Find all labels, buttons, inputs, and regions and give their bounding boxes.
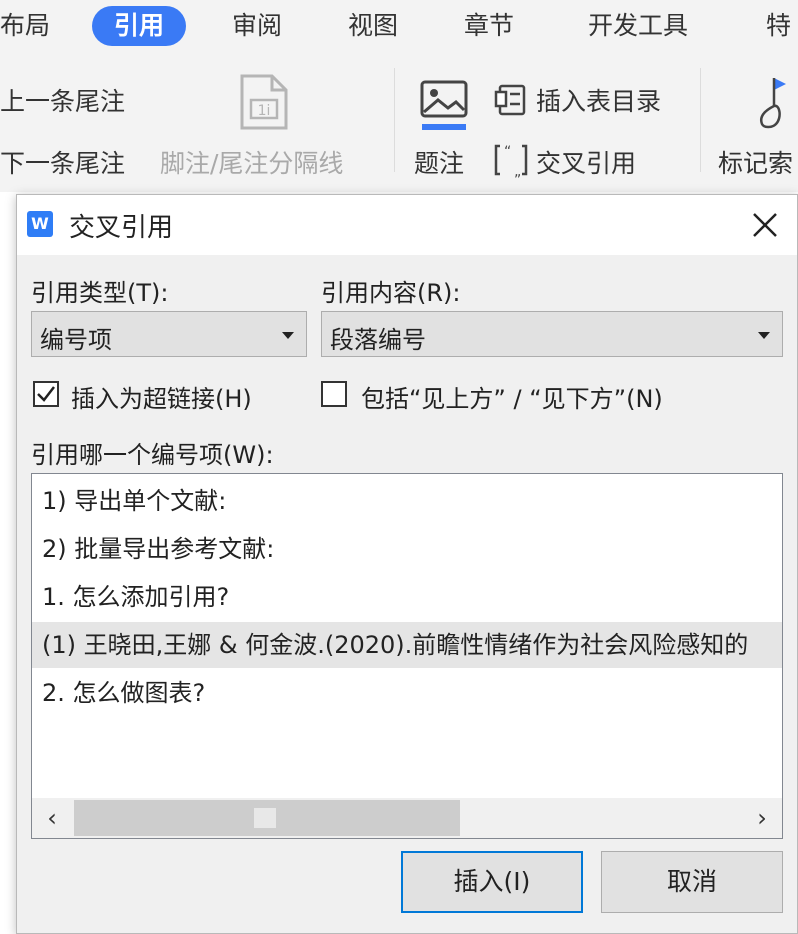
tab-special[interactable]: 特 [766,6,791,46]
next-endnote-button[interactable]: 下一条尾注 [0,144,125,180]
insert-hyperlink-checkbox[interactable] [33,381,59,407]
footnote-separator-button[interactable]: 脚注/尾注分隔线 [160,144,343,180]
svg-text:“: “ [504,144,511,160]
ribbon-divider [394,68,395,172]
scrollbar-thumb[interactable] [74,800,460,836]
caption-button[interactable]: 题注 [414,144,464,180]
insert-button[interactable]: 插入(I) [401,851,583,913]
include-above-below-checkbox[interactable] [321,381,347,407]
list-item[interactable]: 1) 导出单个文献: [32,478,782,524]
which-item-label: 引用哪一个编号项(W): [31,441,274,469]
dialog-title: 交叉引用 [69,213,174,243]
tab-review[interactable]: 审阅 [232,6,282,46]
close-icon[interactable] [743,203,787,247]
list-item[interactable]: 1. 怎么添加引用? [32,574,782,620]
scroll-right-icon[interactable]: › [742,798,782,838]
checkmark-icon [37,386,55,402]
ribbon-panel: 上一条尾注 下一条尾注 1i 脚注/尾注分隔线 题注 插入表目录 “ „ 交叉引… [0,56,798,192]
horizontal-scrollbar[interactable]: ‹ › [32,798,782,838]
tab-view[interactable]: 视图 [348,6,398,46]
reference-type-label: 引用类型(T): [31,279,169,307]
include-above-below-label[interactable]: 包括“见上方” / “见下方”(N) [361,379,663,414]
caption-icon [420,80,468,130]
chevron-down-icon [758,332,770,339]
ribbon-tab-bar: 布局 引用 审阅 视图 章节 开发工具 特 [0,0,798,56]
wps-writer-icon: W [27,211,53,237]
tab-layout[interactable]: 布局 [0,6,50,46]
list-item[interactable]: 2. 怎么做图表? [32,670,782,716]
mark-entry-icon [759,78,786,129]
reference-type-value: 编号项 [40,326,112,354]
tab-sections[interactable]: 章节 [464,6,514,46]
dialog-titlebar[interactable]: W 交叉引用 [17,195,797,255]
insert-table-of-figures-button[interactable]: 插入表目录 [536,82,661,118]
list-item[interactable]: 2) 批量导出参考文献: [32,526,782,572]
reference-type-select[interactable]: 编号项 [31,311,307,357]
insert-hyperlink-label[interactable]: 插入为超链接(H) [71,379,252,414]
cancel-button[interactable]: 取消 [601,851,783,913]
cross-reference-icon: “ „ [494,144,528,178]
reference-content-label: 引用内容(R): [321,279,461,307]
list-item-selected[interactable]: (1) 王晓田,王娜 & 何金波.(2020).前瞻性情绪作为社会风险感知的 [32,622,782,668]
footnote-separator-icon: 1i [240,74,288,130]
tab-developer-tools[interactable]: 开发工具 [588,6,688,46]
scrollbar-grip [254,808,276,828]
mark-entry-button[interactable]: 标记索 [718,144,793,180]
cross-reference-button[interactable]: 交叉引用 [536,144,636,180]
svg-text:„: „ [514,164,521,178]
tab-references[interactable]: 引用 [92,6,187,46]
prev-endnote-button[interactable]: 上一条尾注 [0,82,125,118]
reference-content-value: 段落编号 [330,326,426,354]
svg-text:1i: 1i [258,103,271,119]
numbered-items-list[interactable]: 1) 导出单个文献: 2) 批量导出参考文献: 1. 怎么添加引用? (1) 王… [31,473,783,839]
cross-reference-dialog: W 交叉引用 引用类型(T): 编号项 引用内容(R): 段落编号 插入为超链接… [16,194,798,934]
scroll-left-icon[interactable]: ‹ [32,798,72,838]
reference-content-select[interactable]: 段落编号 [321,311,783,357]
table-of-figures-icon [494,84,526,116]
ribbon-divider [700,68,701,172]
chevron-down-icon [282,332,294,339]
